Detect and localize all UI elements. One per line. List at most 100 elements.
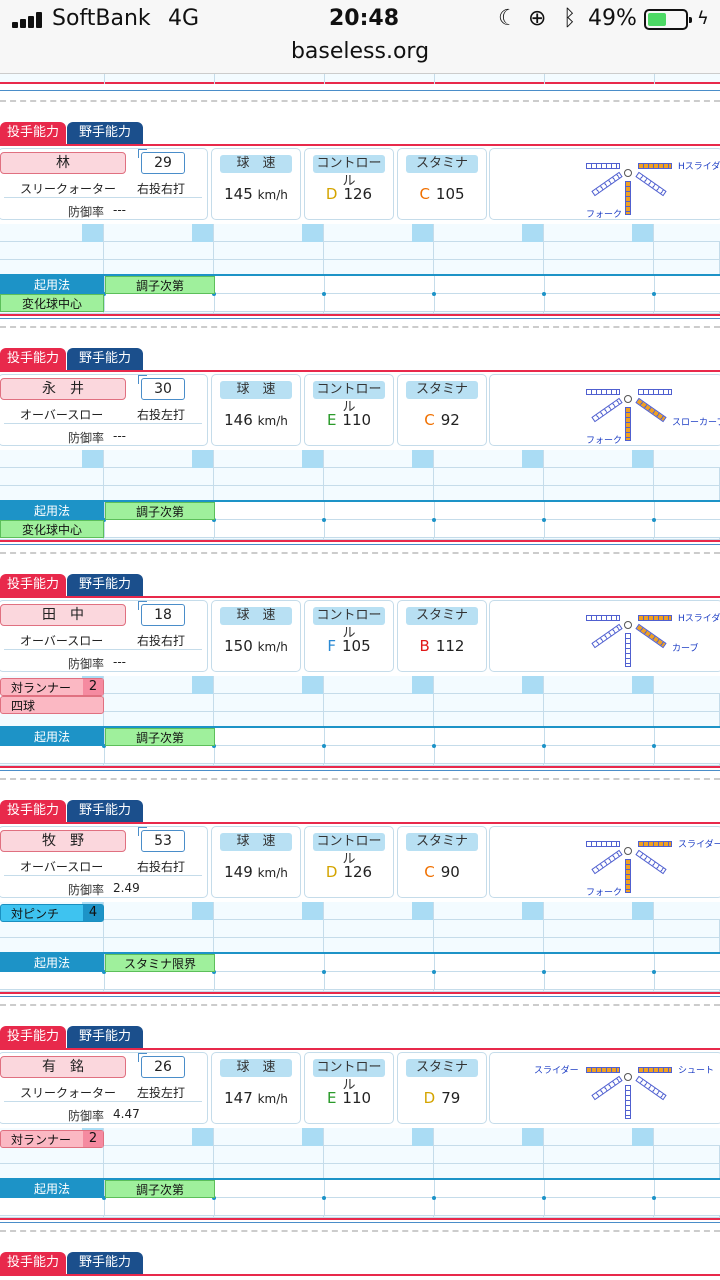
velocity-stat-header: 球 速 — [220, 833, 292, 851]
player-name[interactable]: 永 井 — [0, 378, 126, 400]
url-text: baseless.org — [290, 39, 430, 64]
control-value: 126 — [343, 863, 373, 881]
pitcher-card: 投手能力 野手能力永 井 30 オーバースロー 右投左打 防御率 --- 球 速 146 km/… — [0, 326, 720, 552]
usage-value: 調子次第 — [105, 276, 215, 294]
control-stat: コントロール D 126 — [304, 826, 394, 898]
pitching-form: スリークォーター — [20, 1086, 117, 1100]
control-stat: コントロール F 105 — [304, 600, 394, 672]
control-grade: D — [325, 185, 338, 203]
special-ability: 四球 — [0, 696, 104, 714]
usage-label: 起用法 — [0, 728, 104, 746]
velocity-value: 145 — [224, 185, 253, 203]
era-label: 防御率 — [68, 431, 105, 445]
era-label: 防御率 — [68, 1109, 105, 1123]
special-ability: 対ランナー 2 — [0, 1130, 104, 1148]
velocity-unit: km/h — [257, 1092, 288, 1106]
stamina-grade: C — [419, 185, 430, 203]
tab-pitcher[interactable]: 投手能力 — [0, 800, 66, 822]
control-grade: F — [327, 637, 336, 655]
pitcher-card: 投手能力 野手能力牧 野 53 オーバースロー 右投右打 防御率 2.49 球 速 149 km… — [0, 778, 720, 1004]
stamina-grade: C — [424, 863, 435, 881]
stamina-value: 112 — [435, 637, 465, 655]
tab-pitcher[interactable]: 投手能力 — [0, 1252, 66, 1274]
divider — [0, 778, 720, 780]
velocity-stat: 球 速 149 km/h — [211, 826, 301, 898]
velocity-unit: km/h — [257, 414, 288, 428]
control-grade: E — [326, 1089, 337, 1107]
velocity-stat: 球 速 146 km/h — [211, 374, 301, 446]
control-stat-header: コントロール — [313, 607, 385, 641]
era-label: 防御率 — [68, 883, 105, 897]
tab-underline — [0, 596, 720, 598]
velocity-value: 147 — [224, 1089, 253, 1107]
tab-fielder[interactable]: 野手能力 — [67, 800, 143, 822]
player-number: 29 — [138, 149, 185, 174]
era-label: 防御率 — [68, 205, 105, 219]
divider — [0, 1004, 720, 1006]
usage-label: 起用法 — [0, 276, 104, 294]
tab-pitcher[interactable]: 投手能力 — [0, 122, 66, 144]
tab-underline — [0, 822, 720, 824]
stamina-stat: スタミナ B 112 — [397, 600, 487, 672]
era-label: 防御率 — [68, 657, 105, 671]
throw-bat-hand: 右投右打 — [137, 182, 186, 196]
ability-level: 2 — [83, 1131, 103, 1147]
ability-level: 2 — [83, 679, 103, 695]
tab-pitcher[interactable]: 投手能力 — [0, 1026, 66, 1048]
stamina-stat-header: スタミナ — [406, 607, 478, 625]
address-bar[interactable]: baseless.org — [0, 40, 720, 74]
player-name[interactable]: 林 — [0, 152, 126, 174]
control-value: 110 — [342, 1089, 372, 1107]
tab-fielder[interactable]: 野手能力 — [67, 574, 143, 596]
rotation-lock-icon: ⊕ — [528, 6, 547, 31]
pitch-label: フォーク — [586, 888, 623, 898]
pitch-label: カーブ — [672, 644, 699, 654]
stamina-stat: スタミナ D 79 — [397, 1052, 487, 1124]
control-value: 105 — [342, 637, 371, 655]
stamina-value: 79 — [441, 1089, 461, 1107]
control-stat-header: コントロール — [313, 833, 385, 867]
player-name[interactable]: 有 銘 — [0, 1056, 126, 1078]
control-stat-header: コントロール — [313, 1059, 385, 1093]
control-value: 126 — [343, 185, 373, 203]
divider — [0, 100, 720, 102]
player-name[interactable]: 牧 野 — [0, 830, 126, 852]
usage-value: 調子次第 — [105, 1180, 215, 1198]
stamina-grade: B — [419, 637, 430, 655]
velocity-stat: 球 速 145 km/h — [211, 148, 301, 220]
tab-fielder[interactable]: 野手能力 — [67, 122, 143, 144]
throw-bat-hand: 左投左打 — [137, 1086, 186, 1100]
pitch-chart: スライダー フォーク — [489, 826, 720, 898]
control-grade: D — [325, 863, 338, 881]
special-ability: 対ランナー 2 — [0, 678, 104, 696]
player-number: 18 — [138, 601, 185, 626]
velocity-stat-header: 球 速 — [220, 155, 292, 173]
tab-fielder[interactable]: 野手能力 — [67, 1026, 143, 1048]
era-value: --- — [113, 429, 126, 443]
era-value: 4.47 — [113, 1107, 140, 1121]
pitching-form: オーバースロー — [20, 860, 104, 874]
stamina-grade: C — [424, 411, 435, 429]
throw-bat-hand: 右投左打 — [137, 408, 186, 422]
velocity-stat-header: 球 速 — [220, 1059, 292, 1077]
velocity-value: 146 — [224, 411, 253, 429]
tab-fielder[interactable]: 野手能力 — [67, 1252, 143, 1274]
velocity-stat: 球 速 147 km/h — [211, 1052, 301, 1124]
pitch-label: シュート — [678, 1066, 715, 1076]
tab-underline — [0, 1048, 720, 1050]
pitch-label: スライダー — [534, 1066, 579, 1076]
player-name[interactable]: 田 中 — [0, 604, 126, 626]
tab-pitcher[interactable]: 投手能力 — [0, 348, 66, 370]
stamina-value: 105 — [435, 185, 465, 203]
era-value: --- — [113, 203, 126, 217]
pitcher-card: 投手能力 野手能力 — [0, 1230, 720, 1280]
throw-bat-hand: 右投右打 — [137, 860, 186, 874]
divider — [0, 326, 720, 328]
tab-fielder[interactable]: 野手能力 — [67, 348, 143, 370]
pitch-label: Hスライダー — [678, 162, 720, 172]
tab-pitcher[interactable]: 投手能力 — [0, 574, 66, 596]
pitch-style-tag: 変化球中心 — [0, 294, 104, 312]
pitching-form: スリークォーター — [20, 182, 117, 196]
divider — [0, 552, 720, 554]
stamina-stat: スタミナ C 105 — [397, 148, 487, 220]
